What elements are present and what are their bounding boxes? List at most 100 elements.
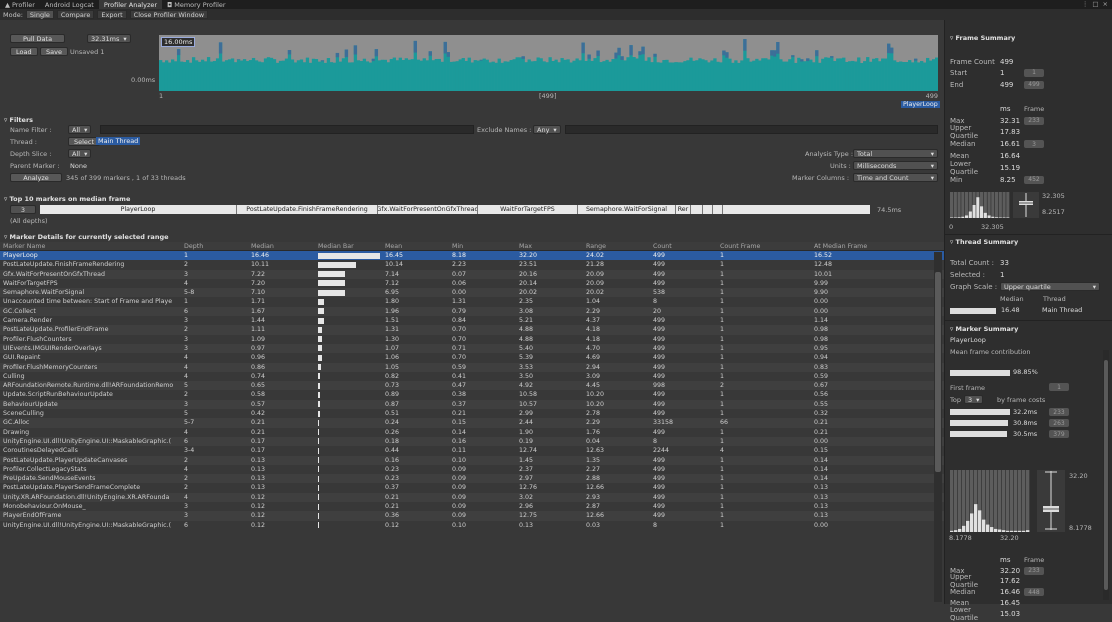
- top10-segment[interactable]: Rer: [676, 205, 691, 214]
- table-row[interactable]: Drawing 4 0.21 0.26 0.14 1.90 1.76 499 1 0.21: [0, 428, 944, 437]
- column-header[interactable]: Depth: [184, 243, 249, 250]
- top10-segment-small[interactable]: [691, 205, 703, 214]
- graph-scale-dropdown[interactable]: Upper quartile ▾: [1000, 282, 1100, 291]
- top10-segment-small[interactable]: [703, 205, 713, 214]
- column-header[interactable]: Min: [452, 243, 517, 250]
- table-row[interactable]: GUI.Repaint 4 0.96 1.06 0.70 5.39 4.69 499 1 0.94: [0, 353, 944, 362]
- top-count-dropdown[interactable]: 3 ▾: [964, 395, 984, 404]
- column-header[interactable]: Count Frame: [720, 243, 810, 250]
- filters-header[interactable]: ▿ Filters: [4, 116, 33, 124]
- column-header[interactable]: Range: [586, 243, 651, 250]
- column-header[interactable]: Max: [519, 243, 584, 250]
- column-header[interactable]: Count: [653, 243, 718, 250]
- right-scrollbar[interactable]: [1103, 350, 1109, 600]
- table-scrollbar[interactable]: [934, 252, 942, 602]
- column-header[interactable]: At Median Frame: [814, 243, 924, 250]
- depth-slice-dropdown[interactable]: All ▾: [68, 149, 92, 158]
- analyze-button[interactable]: Analyze: [10, 173, 62, 182]
- scrollbar-thumb[interactable]: [1104, 360, 1108, 590]
- marker-details-header[interactable]: ▿ Marker Details for currently selected …: [4, 233, 169, 241]
- scale-dropdown[interactable]: 32.31ms ▾: [87, 34, 131, 43]
- stat-frame-box[interactable]: 448: [1024, 588, 1044, 597]
- table-row[interactable]: PostLateUpdate.PlayerSendFrameComplete 2 0…: [0, 483, 944, 492]
- table-row[interactable]: PlayerEndOfFrame 3 0.12 0.36 0.09 12.75 12.66 4…: [0, 511, 944, 521]
- range-bar[interactable]: 1 [499] 499: [159, 91, 938, 100]
- maximize-icon[interactable]: □: [1092, 0, 1098, 9]
- pull-data-button[interactable]: Pull Data: [10, 34, 65, 43]
- top10-segment[interactable]: Semaphore.WaitForSignal: [578, 205, 676, 214]
- tab-profiler[interactable]: ▲ Profiler: [0, 0, 40, 9]
- more-options-icon[interactable]: ⋮: [1082, 0, 1089, 9]
- column-header[interactable]: Mean: [385, 243, 450, 250]
- save-button[interactable]: Save: [40, 47, 68, 56]
- table-row[interactable]: PreUpdate.SendMouseEvents 2 0.13 0.23 0.09 2.…: [0, 474, 944, 484]
- column-header[interactable]: Median: [251, 243, 316, 250]
- scrollbar-thumb[interactable]: [935, 272, 941, 472]
- first-frame-box[interactable]: 1: [1049, 383, 1069, 391]
- table-row[interactable]: BehaviourUpdate 3 0.57 0.87 0.37 10.57 10.20 49…: [0, 399, 944, 410]
- top10-header[interactable]: ▿ Top 10 markers on median frame: [4, 195, 130, 203]
- frame-time-graph[interactable]: 16.00ms: [159, 35, 938, 91]
- tab-android-logcat[interactable]: Android Logcat: [40, 0, 99, 9]
- top10-segment[interactable]: WaitForTargetFPS: [478, 205, 578, 214]
- top10-segment[interactable]: Gfx.WaitForPresentOnGfxThread: [378, 205, 478, 214]
- top10-segment[interactable]: PostLateUpdate.FinishFrameRendering: [237, 205, 378, 214]
- table-row[interactable]: UnityEngine.UI.dll!UnityEngine.UI::Maska…: [0, 436, 944, 447]
- analysis-type-dropdown[interactable]: Total ▾: [853, 149, 938, 158]
- frame-summary-header[interactable]: ▿ Frame Summary: [950, 34, 1015, 42]
- table-row[interactable]: Update.ScriptRunBehaviourUpdate 2 0.58 0.89…: [0, 390, 944, 399]
- table-row[interactable]: Semaphore.WaitForSignal 5-8 7.10 6.95 0.00 20…: [0, 288, 944, 298]
- name-filter-dropdown[interactable]: All ▾: [68, 125, 92, 134]
- end-frame-box[interactable]: 499: [1024, 80, 1044, 89]
- stat-frame-box[interactable]: 233: [1024, 566, 1044, 575]
- top10-depth-field[interactable]: 3: [10, 205, 36, 214]
- export-button[interactable]: Export: [97, 10, 127, 19]
- top10-segment-small[interactable]: [713, 205, 723, 214]
- exclude-names-input[interactable]: [565, 125, 938, 134]
- table-row[interactable]: Culling 4 0.74 0.82 0.41 3.50 3.09 499 1 0.59: [0, 372, 944, 381]
- table-row[interactable]: GC.Alloc 5-7 0.21 0.24 0.15 2.44 2.29 33158 66 0.…: [0, 418, 944, 428]
- table-row[interactable]: ARFoundationRemote.Runtime.dll!ARFoundat…: [0, 381, 944, 391]
- top-frame-box[interactable]: 379: [1049, 430, 1069, 438]
- load-button[interactable]: Load: [10, 47, 38, 56]
- table-row[interactable]: PostLateUpdate.FinishFrameRendering 2 10.1…: [0, 260, 944, 269]
- table-row[interactable]: UnityEngine.UI.dll!UnityEngine.UI::Maska…: [0, 521, 944, 530]
- table-row[interactable]: UIEvents.IMGUIRenderOverlays 3 0.97 1.07 0.7…: [0, 343, 944, 354]
- table-row[interactable]: Monobehaviour.OnMouse_ 3 0.12 0.21 0.09 2.96 2…: [0, 502, 944, 511]
- top-frame-box[interactable]: 263: [1049, 419, 1069, 427]
- table-row[interactable]: Profiler.CollectLegacyStats 4 0.13 0.23 0.09…: [0, 465, 944, 474]
- stat-frame-box[interactable]: 452: [1024, 175, 1044, 184]
- stat-frame-box[interactable]: 3: [1024, 140, 1044, 149]
- compare-mode-button[interactable]: Compare: [56, 10, 95, 19]
- table-row[interactable]: Unity.XR.ARFoundation.dll!UnityEngine.XR…: [0, 492, 944, 503]
- table-row[interactable]: Gfx.WaitForPresentOnGfxThread 3 7.22 7.14 0.…: [0, 269, 944, 279]
- column-header[interactable]: Median Bar: [318, 243, 383, 250]
- start-frame-box[interactable]: 1: [1024, 68, 1044, 77]
- table-row[interactable]: GC.Collect 6 1.67 1.96 0.79 3.08 2.29 20 1 0.00: [0, 306, 944, 317]
- table-row[interactable]: CoroutinesDelayedCalls 3-4 0.17 0.44 0.11 12.…: [0, 446, 944, 455]
- table-row[interactable]: Unaccounted time between: Start of Frame…: [0, 297, 944, 306]
- thread-summary-header[interactable]: ▿ Thread Summary: [950, 238, 1018, 246]
- tab-memory-profiler[interactable]: ◘ Memory Profiler: [162, 0, 231, 9]
- thread-name[interactable]: Main Thread: [1042, 306, 1082, 314]
- tab-profiler-analyzer[interactable]: Profiler Analyzer: [98, 0, 163, 9]
- name-filter-input[interactable]: [100, 125, 474, 134]
- top-frame-box[interactable]: 233: [1049, 408, 1069, 416]
- table-row[interactable]: Profiler.FlushCounters 3 1.09 1.30 0.70 4.88 4…: [0, 335, 944, 344]
- close-icon[interactable]: ×: [1103, 0, 1108, 9]
- table-row[interactable]: PlayerLoop 1 16.46 16.45 8.18 32.20 24.02 499 1 1…: [0, 251, 944, 261]
- table-row[interactable]: PostLateUpdate.ProfilerEndFrame 2 1.11 1.31…: [0, 325, 944, 335]
- table-row[interactable]: Profiler.FlushMemoryCounters 4 0.86 1.05 0.5…: [0, 362, 944, 372]
- table-row[interactable]: Camera.Render 3 1.44 1.51 0.84 5.21 4.37 499 1 1.…: [0, 316, 944, 325]
- table-row[interactable]: WaitForTargetFPS 4 7.20 7.12 0.06 20.14 20.09 4…: [0, 279, 944, 288]
- top10-segment[interactable]: PlayerLoop: [40, 205, 237, 214]
- exclude-names-dropdown[interactable]: Any ▾: [533, 125, 561, 134]
- units-dropdown[interactable]: Milliseconds ▾: [853, 161, 938, 170]
- stat-frame-box[interactable]: 233: [1024, 116, 1044, 125]
- table-row[interactable]: SceneCulling 5 0.42 0.51 0.21 2.99 2.78 499 1 0.3…: [0, 409, 944, 418]
- marker-columns-dropdown[interactable]: Time and Count ▾: [853, 173, 938, 182]
- column-header[interactable]: Marker Name: [3, 243, 183, 250]
- marker-summary-header[interactable]: ▿ Marker Summary: [950, 325, 1018, 333]
- close-profiler-window-button[interactable]: Close Profiler Window: [129, 10, 209, 19]
- single-mode-button[interactable]: Single: [25, 10, 54, 19]
